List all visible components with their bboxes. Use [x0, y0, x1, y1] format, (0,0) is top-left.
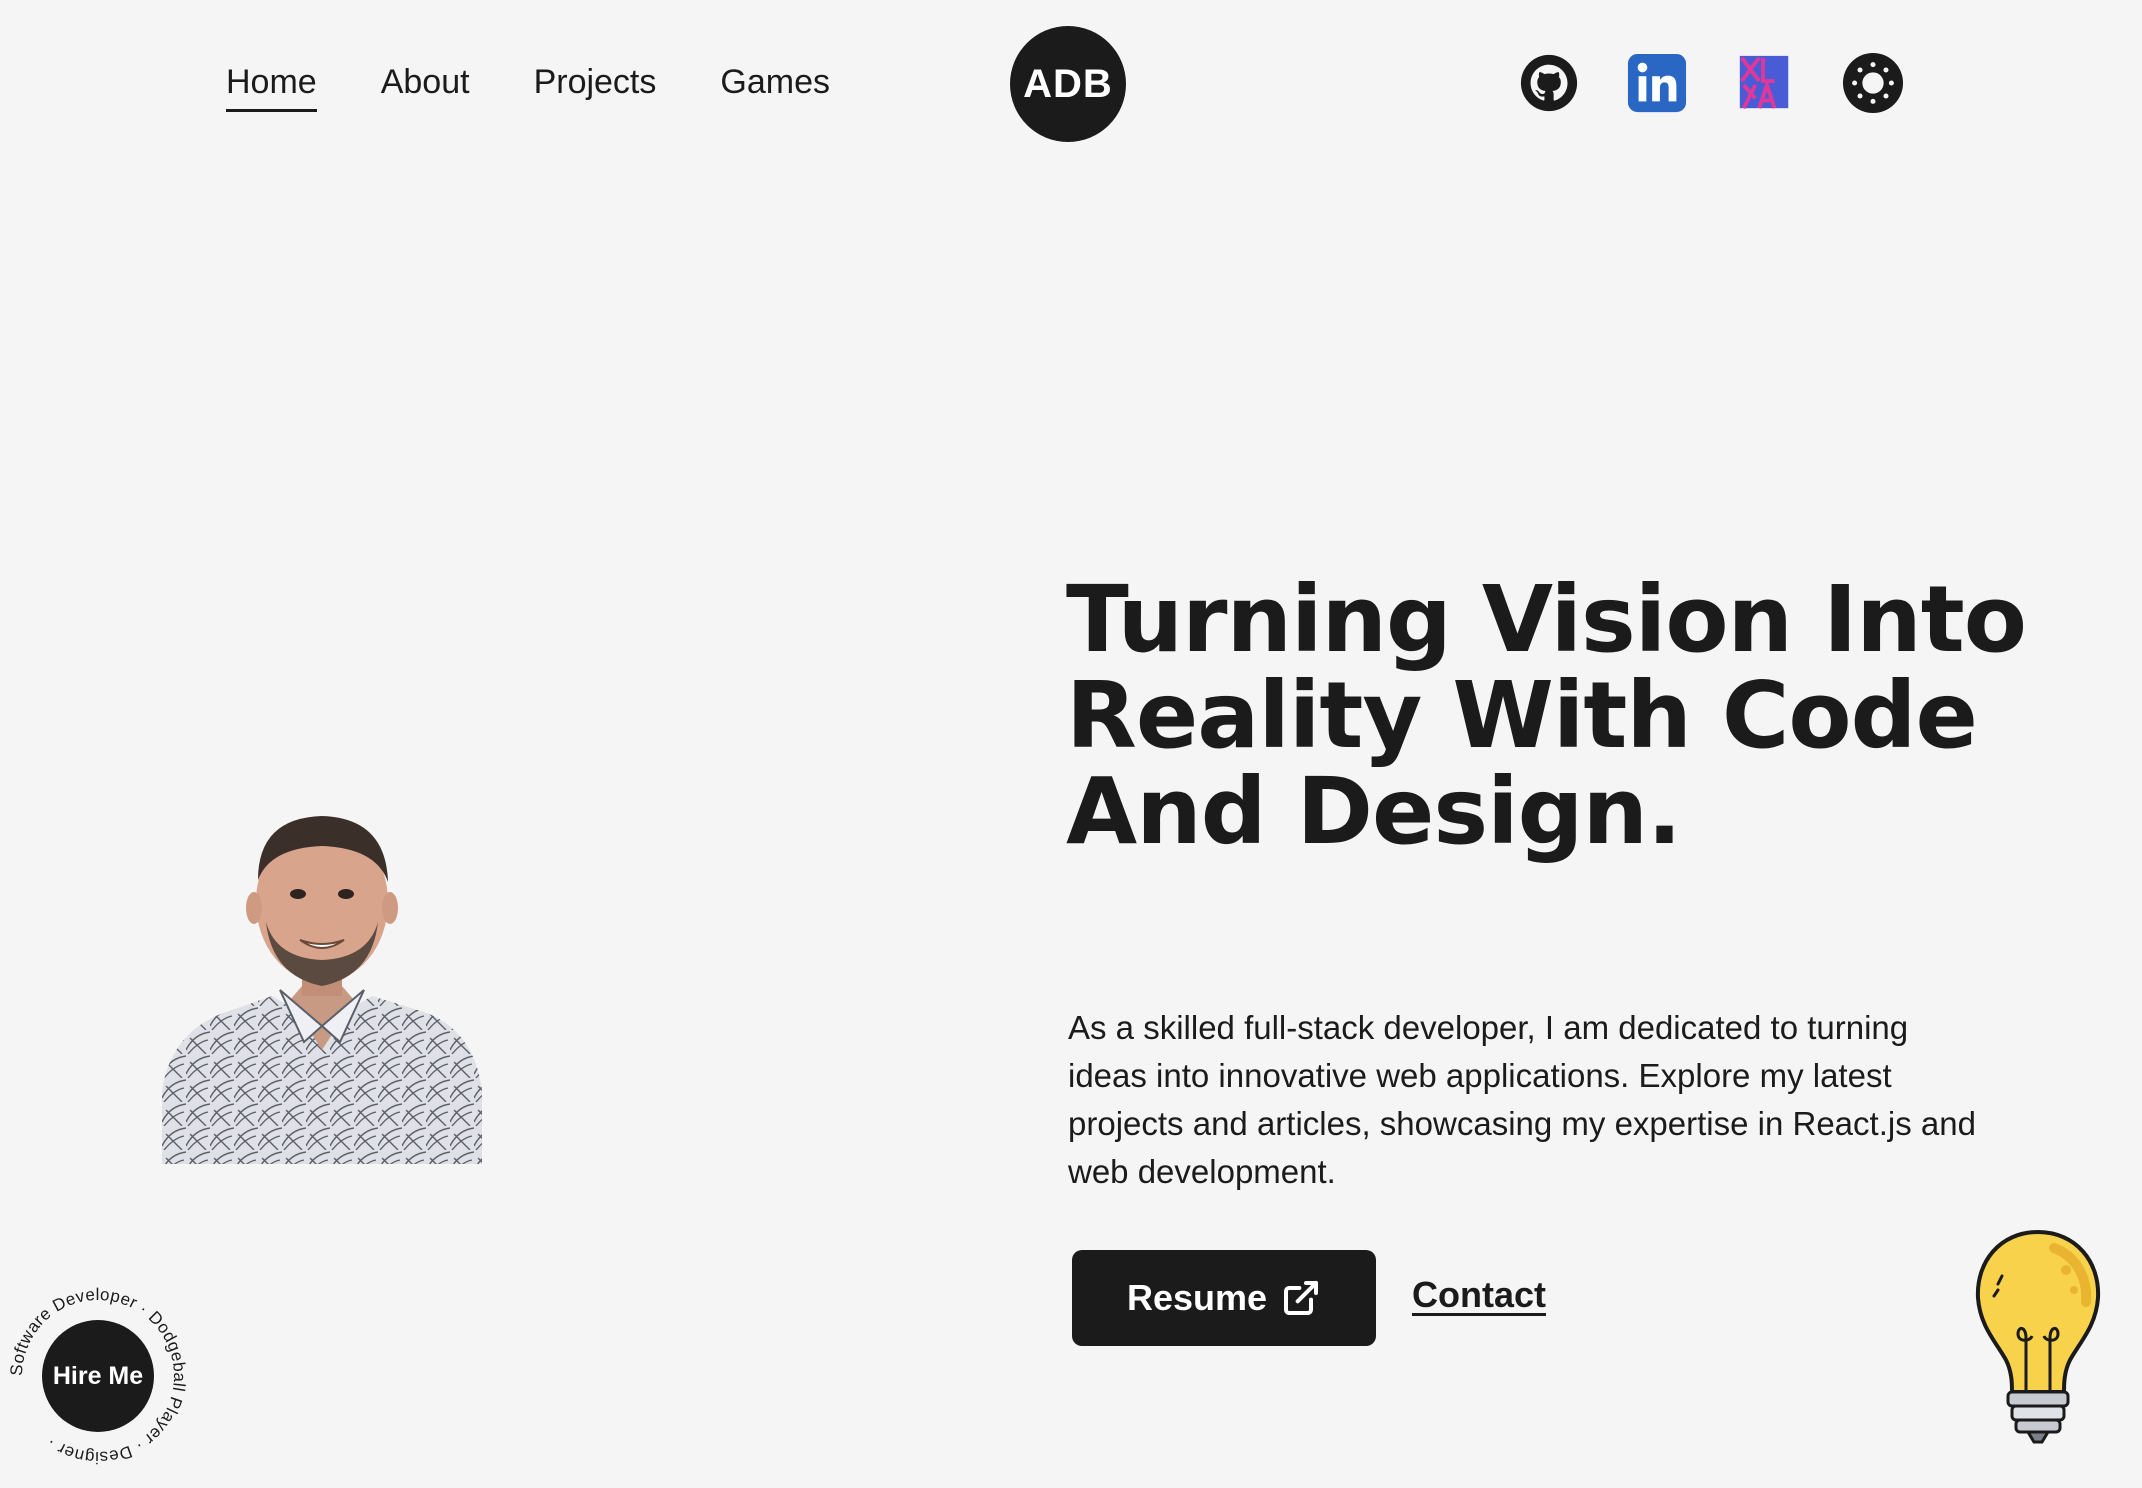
hero-intro: As a skilled full-stack developer, I am … [1068, 1009, 1976, 1190]
hire-me-badge: Software Developer · Dodgeball Player · … [6, 1284, 190, 1468]
social-links [1518, 52, 1904, 114]
github-icon[interactable] [1518, 52, 1580, 114]
nav-projects[interactable]: Projects [534, 62, 657, 112]
resume-label: Resume [1126, 1277, 1268, 1318]
profile-photo [162, 790, 482, 1164]
theme-toggle-sun-icon[interactable] [1842, 52, 1904, 114]
hero-headline: Turning Vision Into Reality With Code An… [1066, 566, 2027, 865]
linkedin-icon[interactable] [1626, 52, 1688, 114]
main-nav: Home About Projects Games [226, 62, 830, 112]
resume-button[interactable]: Resume [1072, 1250, 1376, 1346]
site-logo[interactable]: ADB [1010, 26, 1126, 142]
nav-about[interactable]: About [381, 62, 470, 112]
nav-home[interactable]: Home [226, 62, 317, 112]
contact-link[interactable]: Contact [1412, 1274, 1546, 1316]
lightbulb-icon [1970, 1226, 2106, 1448]
xlya-icon[interactable] [1734, 52, 1796, 114]
external-link-icon [1284, 1281, 1319, 1315]
nav-games[interactable]: Games [720, 62, 830, 112]
page: Home About Projects Games ADB Turning Vi… [0, 0, 2142, 1488]
hire-me-button[interactable]: Hire Me [42, 1320, 154, 1432]
